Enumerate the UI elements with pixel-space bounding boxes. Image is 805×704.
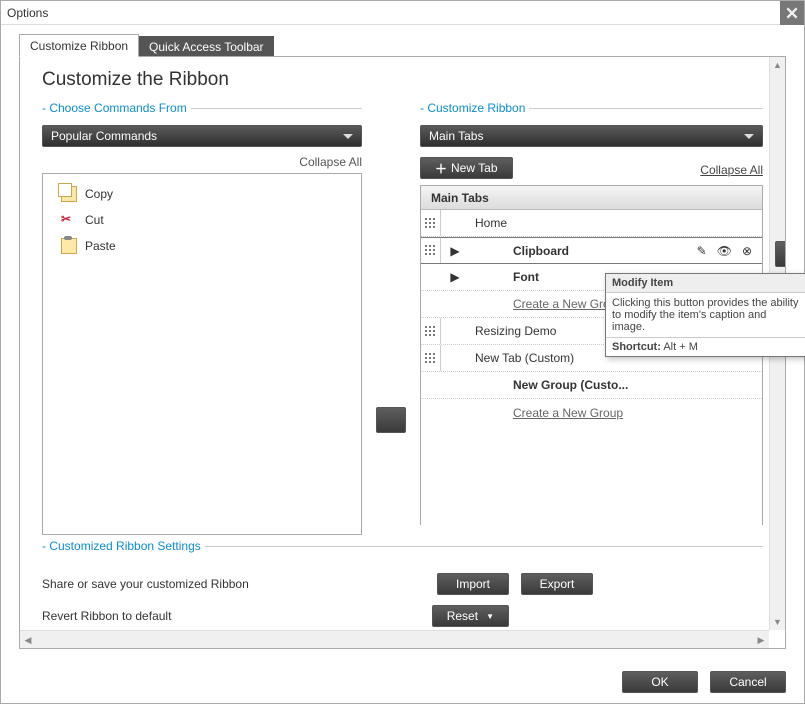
revert-label: Revert Ribbon to default: [42, 609, 171, 623]
plus-icon: ＋: [435, 160, 447, 177]
command-cut[interactable]: ✂ Cut: [61, 212, 343, 228]
page-title: Customize the Ribbon: [42, 69, 763, 91]
export-button[interactable]: Export: [521, 573, 593, 595]
commands-combo[interactable]: Popular Commands: [42, 125, 362, 147]
horizontal-scrollbar[interactable]: ◀ ▶: [20, 630, 769, 648]
close-button[interactable]: [780, 1, 804, 25]
cut-icon: ✂: [61, 212, 77, 228]
options-dialog: Options Modify Item Clicking this button…: [0, 0, 805, 704]
paste-icon: [61, 238, 77, 254]
expand-icon[interactable]: ▶: [441, 244, 469, 258]
ribbon-row-newgroup-custom[interactable]: New Group (Custo...: [421, 372, 762, 399]
ribbon-combo[interactable]: Main Tabs: [420, 125, 763, 147]
chevron-down-icon: ▼: [486, 612, 494, 621]
share-save-label: Share or save your customized Ribbon: [42, 577, 249, 591]
scroll-down-icon: ▼: [773, 617, 782, 627]
commands-tree[interactable]: Copy ✂ Cut Paste: [42, 173, 362, 535]
add-command-button[interactable]: [376, 407, 406, 433]
ribbon-row-new-group-link-2[interactable]: Create a New Group: [421, 399, 762, 426]
command-paste[interactable]: Paste: [61, 238, 343, 254]
titlebar: Options: [1, 1, 804, 25]
tooltip-title: Modify Item: [606, 274, 805, 293]
tab-quick-access[interactable]: Quick Access Toolbar: [139, 36, 274, 57]
scroll-up-icon: ▲: [773, 60, 782, 70]
customized-settings-group: Customized Ribbon Settings Share or save…: [42, 539, 763, 637]
ribbon-row-clipboard[interactable]: ▶ Clipboard ✎ 👁 ⊗: [421, 237, 762, 264]
tooltip-modify-item: Modify Item Clicking this button provide…: [605, 273, 805, 357]
tooltip-body: Clicking this button provides the abilit…: [606, 293, 805, 337]
scroll-left-icon: ◀: [25, 635, 32, 646]
drag-handle-icon[interactable]: [425, 353, 436, 364]
pencil-icon[interactable]: ✎: [697, 244, 707, 258]
dialog-footer: OK Cancel: [622, 671, 786, 693]
expand-icon[interactable]: ▶: [441, 270, 469, 284]
reset-button[interactable]: Reset ▼: [432, 605, 509, 627]
new-tab-button[interactable]: ＋ New Tab: [420, 157, 513, 179]
tabs-row: Customize Ribbon Quick Access Toolbar: [19, 33, 786, 57]
move-up-button[interactable]: [775, 241, 786, 267]
ok-button[interactable]: OK: [622, 671, 698, 693]
collapse-all-left[interactable]: Collapse All: [42, 155, 362, 169]
choose-commands-group: Choose Commands From Popular Commands Co…: [42, 101, 362, 535]
ribbon-row-home[interactable]: Home: [421, 210, 762, 237]
ribbon-tree-header: Main Tabs: [421, 186, 762, 210]
drag-handle-icon[interactable]: [425, 245, 436, 256]
eye-icon[interactable]: 👁: [717, 244, 732, 258]
cancel-button[interactable]: Cancel: [710, 671, 786, 693]
drag-handle-icon[interactable]: [425, 326, 436, 337]
drag-handle-icon[interactable]: [425, 218, 436, 229]
customized-settings-legend: Customized Ribbon Settings: [42, 539, 205, 553]
import-button[interactable]: Import: [437, 573, 509, 595]
command-copy[interactable]: Copy: [61, 186, 343, 202]
collapse-all-right[interactable]: Collapse All: [700, 163, 763, 177]
customize-ribbon-legend: Customize Ribbon: [420, 101, 529, 115]
delete-icon[interactable]: ⊗: [742, 244, 752, 258]
tooltip-shortcut: Shortcut: Alt + M: [606, 337, 805, 356]
window-title: Options: [7, 6, 48, 20]
copy-icon: [61, 186, 77, 202]
scroll-right-icon: ▶: [758, 635, 765, 646]
choose-commands-legend: Choose Commands From: [42, 101, 191, 115]
tab-customize-ribbon[interactable]: Customize Ribbon: [19, 34, 139, 57]
